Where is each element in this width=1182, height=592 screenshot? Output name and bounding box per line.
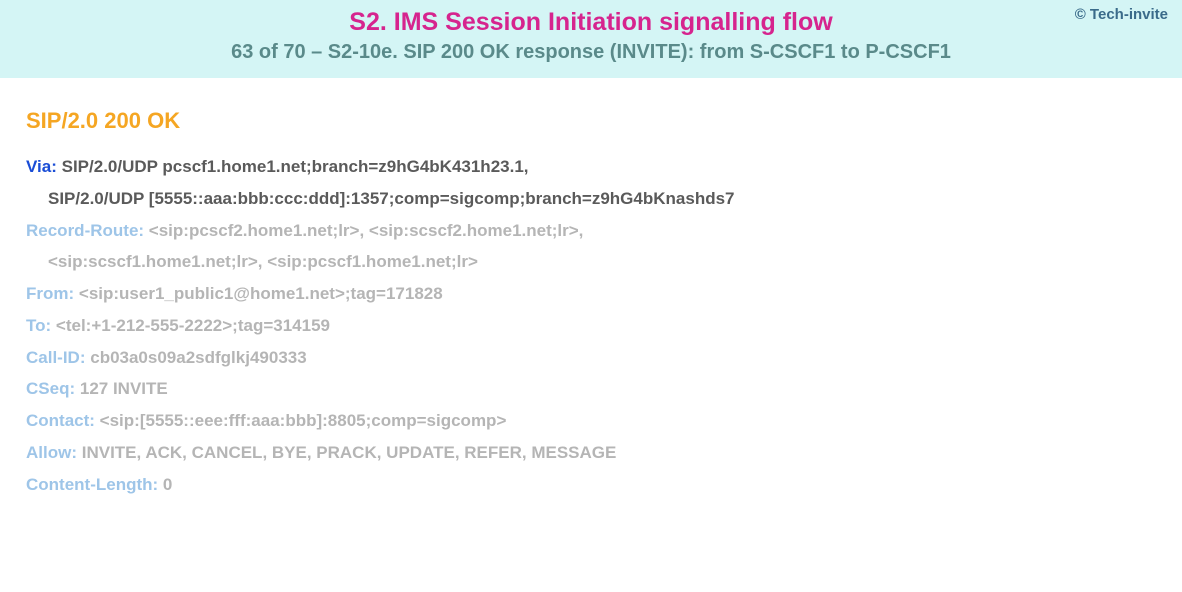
copyright-text: © Tech-invite [1075, 6, 1168, 23]
sip-header-from: From: <sip:user1_public1@home1.net>;tag=… [26, 279, 1156, 309]
header-value-contact: <sip:[5555::eee:fff:aaa:bbb]:8805;comp=s… [100, 411, 507, 430]
header-name-from: From [26, 284, 69, 303]
header-name-record-route: Record-Route [26, 221, 138, 240]
sip-header-cseq: CSeq: 127 INVITE [26, 374, 1156, 404]
header-value-via-2: SIP/2.0/UDP [5555::aaa:bbb:ccc:ddd]:1357… [26, 184, 735, 214]
header-value-rr-1: <sip:pcscf2.home1.net;lr>, <sip:scscf2.h… [149, 221, 584, 240]
page-title: S2. IMS Session Initiation signalling fl… [12, 8, 1170, 37]
sip-header-content-length: Content-Length: 0 [26, 470, 1156, 500]
sip-header-contact: Contact: <sip:[5555::eee:fff:aaa:bbb]:88… [26, 406, 1156, 436]
header-value-cseq: 127 INVITE [80, 379, 168, 398]
header-value-content-length: 0 [163, 475, 172, 494]
header-name-via: Via [26, 157, 51, 176]
sip-header-allow: Allow: INVITE, ACK, CANCEL, BYE, PRACK, … [26, 438, 1156, 468]
sip-header-call-id: Call-ID: cb03a0s09a2sdfglkj490333 [26, 343, 1156, 373]
sip-header-record-route-cont: <sip:scscf1.home1.net;lr>, <sip:pcscf1.h… [26, 247, 1156, 277]
header-name-call-id: Call-ID [26, 348, 80, 367]
sip-header-to: To: <tel:+1-212-555-2222>;tag=314159 [26, 311, 1156, 341]
sip-header-via: Via: SIP/2.0/UDP pcscf1.home1.net;branch… [26, 152, 1156, 182]
sip-message-content: SIP/2.0 200 OK Via: SIP/2.0/UDP pcscf1.h… [0, 78, 1182, 511]
header-value-from: <sip:user1_public1@home1.net>;tag=171828 [79, 284, 443, 303]
document-header: © Tech-invite S2. IMS Session Initiation… [0, 0, 1182, 78]
header-name-to: To [26, 316, 46, 335]
header-name-contact: Contact [26, 411, 89, 430]
page-subtitle: 63 of 70 – S2-10e. SIP 200 OK response (… [12, 41, 1170, 64]
sip-header-via-cont: SIP/2.0/UDP [5555::aaa:bbb:ccc:ddd]:1357… [26, 184, 1156, 214]
sip-status-line: SIP/2.0 200 OK [26, 108, 1156, 134]
header-value-allow: INVITE, ACK, CANCEL, BYE, PRACK, UPDATE,… [82, 443, 617, 462]
sip-header-record-route: Record-Route: <sip:pcscf2.home1.net;lr>,… [26, 216, 1156, 246]
header-name-content-length: Content-Length [26, 475, 153, 494]
header-name-allow: Allow [26, 443, 71, 462]
header-value-via-1: SIP/2.0/UDP pcscf1.home1.net;branch=z9hG… [62, 157, 529, 176]
header-value-to: <tel:+1-212-555-2222>;tag=314159 [56, 316, 330, 335]
header-name-cseq: CSeq [26, 379, 69, 398]
header-value-call-id: cb03a0s09a2sdfglkj490333 [90, 348, 306, 367]
header-value-rr-2: <sip:scscf1.home1.net;lr>, <sip:pcscf1.h… [26, 247, 478, 277]
